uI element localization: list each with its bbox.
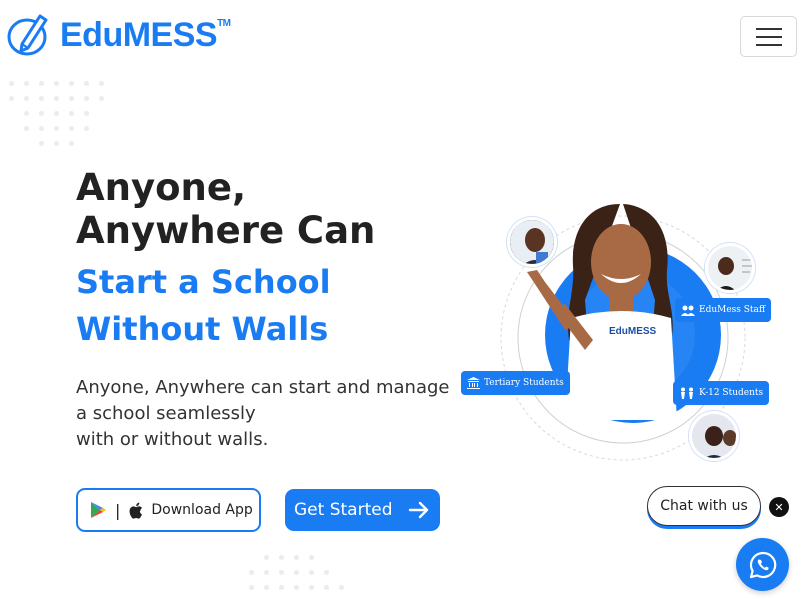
hero-subtitle-line-3: with or without walls. (76, 429, 269, 450)
decorative-dot (94, 91, 109, 106)
decorative-dot (319, 580, 334, 595)
decorative-dot (19, 121, 34, 136)
decorative-dot (244, 565, 259, 580)
decorative-dot (79, 91, 94, 106)
hero-subtitle-line-1: Anyone, Anywhere can start and manage (76, 377, 450, 398)
decorative-dot (19, 106, 34, 121)
get-started-button[interactable]: Get Started (285, 489, 440, 531)
brand-logo[interactable]: EduMESSTM (6, 12, 231, 58)
decorative-dot (64, 91, 79, 106)
download-app-label: Download App (151, 502, 253, 518)
decorative-dot (34, 136, 49, 151)
download-app-button[interactable]: | Download App (76, 488, 261, 532)
trademark: TM (217, 17, 231, 29)
decorative-dot (49, 106, 64, 121)
decorative-dot (34, 91, 49, 106)
decorative-dot (19, 91, 34, 106)
chip-tertiary-label: Tertiary Students (484, 378, 564, 388)
decorative-dot (274, 580, 289, 595)
decorative-dot (34, 106, 49, 121)
menu-bar (755, 43, 782, 46)
decorative-dot (4, 91, 19, 106)
decorative-dot (49, 91, 64, 106)
decorative-dot (79, 76, 94, 91)
institution-icon (467, 377, 480, 389)
decorative-dot (64, 121, 79, 136)
decorative-dot (49, 136, 64, 151)
chip-staff-label: EduMess Staff (699, 305, 766, 315)
shirt-logo-text: EduMESS (609, 326, 657, 337)
google-play-icon (91, 502, 106, 518)
download-separator: | (115, 500, 121, 520)
pencil-logo-icon (7, 14, 48, 56)
decorative-dot (274, 565, 289, 580)
decorative-dot (334, 580, 349, 595)
chip-edumess-staff: EduMess Staff (675, 298, 772, 322)
decorative-dot (79, 106, 94, 121)
decorative-dot (64, 106, 79, 121)
decorative-dot (34, 121, 49, 136)
decorative-dot (304, 550, 319, 565)
decorative-dot (259, 550, 274, 565)
chip-k12-students: K-12 Students (673, 381, 770, 405)
avatar-staff (705, 243, 755, 293)
whatsapp-icon (749, 551, 776, 578)
decorative-dot (304, 565, 319, 580)
accent-headline-line-2: Without Walls (76, 310, 329, 348)
menu-bar (755, 27, 782, 30)
decorative-dot (79, 121, 94, 136)
close-icon: ✕ (774, 500, 784, 514)
arrow-right-icon (408, 501, 429, 519)
hamburger-menu-button[interactable] (740, 16, 797, 57)
chat-label: Chat with us (660, 498, 748, 514)
decorative-dot (64, 76, 79, 91)
chat-with-us-button[interactable]: Chat with us (647, 486, 761, 526)
logo-text: EduMESSTM (60, 15, 231, 54)
decorative-dot (244, 580, 259, 595)
chip-k12-label: K-12 Students (699, 388, 764, 398)
decorative-dot-grid (4, 76, 124, 151)
hero-subtitle-line-2: a school seamlessly (76, 403, 256, 424)
decorative-dot (289, 580, 304, 595)
chip-tertiary-students: Tertiary Students (461, 371, 570, 395)
decorative-dot-grid (244, 550, 364, 595)
headline-line-1: Anyone, (76, 166, 247, 209)
decorative-dot (49, 121, 64, 136)
hero-illustration: EduMESS EduMess Staff Tertiary Students … (455, 195, 775, 475)
avatar-student-girl (507, 217, 557, 267)
decorative-dot (274, 550, 289, 565)
decorative-dot (304, 580, 319, 595)
menu-bar (755, 35, 782, 38)
apple-icon (129, 502, 143, 519)
decorative-dot (289, 550, 304, 565)
chat-close-button[interactable]: ✕ (769, 497, 789, 517)
whatsapp-chat-button[interactable] (736, 538, 789, 591)
decorative-dot (49, 76, 64, 91)
decorative-dot (34, 76, 49, 91)
decorative-dot (289, 565, 304, 580)
decorative-dot (64, 136, 79, 151)
decorative-dot (19, 76, 34, 91)
users-icon (681, 305, 695, 316)
avatar-k12-students (689, 411, 739, 461)
accent-headline-line-1: Start a School (76, 263, 331, 301)
headline-line-2: Anywhere Can (76, 209, 376, 252)
get-started-label: Get Started (294, 500, 393, 520)
children-icon (681, 387, 693, 399)
decorative-dot (259, 565, 274, 580)
decorative-dot (94, 76, 109, 91)
decorative-dot (4, 76, 19, 91)
decorative-dot (319, 565, 334, 580)
decorative-dot (259, 580, 274, 595)
